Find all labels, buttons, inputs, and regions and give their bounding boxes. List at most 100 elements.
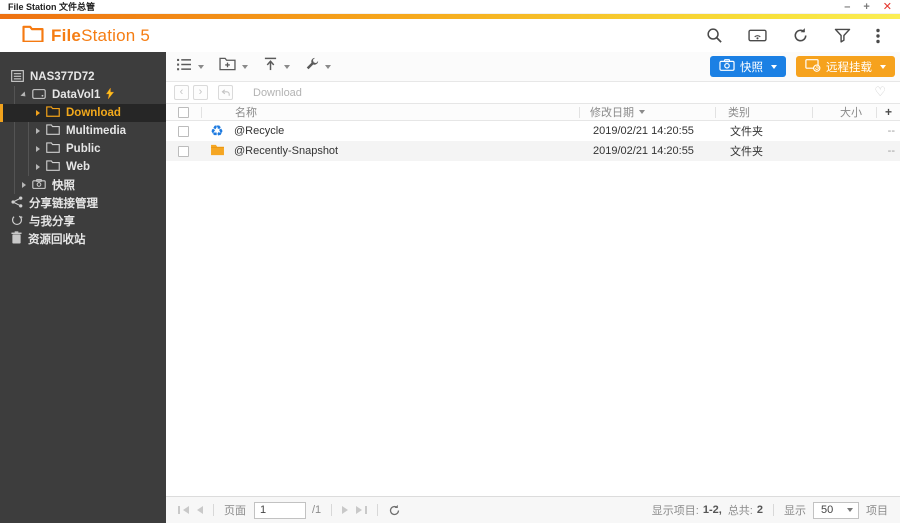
- column-header-type[interactable]: 类别: [716, 104, 812, 120]
- breadcrumb: ‹ › Download ♡: [166, 82, 900, 103]
- file-list-empty-area: [166, 161, 900, 496]
- table-header: 名称 修改日期 类别 大小 +: [166, 103, 900, 121]
- next-page-button[interactable]: [342, 506, 349, 514]
- up-level-icon: [221, 88, 230, 96]
- row-checkbox[interactable]: [178, 145, 189, 157]
- refresh-icon[interactable]: [792, 27, 809, 44]
- sidebar-item-label: Multimedia: [66, 125, 127, 137]
- expand-toggle-icon[interactable]: [36, 146, 40, 152]
- search-icon[interactable]: [706, 27, 723, 44]
- sidebar-item-snapshot[interactable]: 快照: [0, 176, 166, 194]
- remote-mount-button-label: 远程挂载: [826, 61, 872, 74]
- chevron-down-icon: [325, 64, 331, 69]
- sidebar-item-label: Download: [66, 107, 121, 119]
- refresh-icon: [390, 504, 400, 515]
- app-name: FileStation 5: [51, 25, 150, 45]
- expand-toggle-icon[interactable]: [36, 110, 40, 116]
- divider: [773, 504, 774, 516]
- new-folder-icon: [219, 57, 236, 76]
- status-bar: 页面 /1 显示项目: 1-2, 总共: 2 显示 50 项目: [166, 496, 900, 523]
- file-type: 文件夹: [730, 146, 763, 158]
- previous-page-button[interactable]: [197, 506, 203, 514]
- sidebar-item-download[interactable]: Download: [0, 104, 166, 122]
- snapshot-button-label: 快照: [740, 61, 763, 74]
- chevron-down-icon: [847, 508, 853, 512]
- lightning-bolt-icon: [106, 87, 115, 102]
- remote-mount-button[interactable]: 远程挂载: [796, 56, 895, 77]
- chevron-down-icon: [880, 64, 886, 69]
- more-menu-icon[interactable]: [876, 28, 880, 44]
- back-button[interactable]: ‹: [174, 85, 189, 100]
- column-header-size[interactable]: 大小: [813, 104, 876, 120]
- table-row[interactable]: ♻ @Recycle 2019/02/21 14:20:55 文件夹 --: [166, 121, 900, 141]
- app-logo: FileStation 5: [22, 25, 150, 47]
- filter-icon[interactable]: [834, 28, 851, 43]
- table-row[interactable]: @Recently-Snapshot 2019/02/21 14:20:55 文…: [166, 141, 900, 161]
- page-label: 页面: [224, 505, 246, 517]
- upload-icon: [263, 57, 278, 76]
- refresh-list-button[interactable]: [388, 504, 401, 517]
- go-up-button[interactable]: [218, 85, 233, 100]
- sidebar-item-multimedia[interactable]: Multimedia: [0, 122, 166, 140]
- current-path-label: Download: [253, 86, 302, 99]
- folder-icon: [210, 144, 225, 159]
- folder-logo-icon: [22, 25, 44, 47]
- sidebar-item-recycle-bin[interactable]: 资源回收站: [0, 230, 166, 248]
- row-checkbox[interactable]: [178, 125, 189, 137]
- sidebar-item-label: 资源回收站: [28, 234, 86, 246]
- sidebar-item-label: 与我分享: [29, 216, 75, 228]
- column-header-name[interactable]: 名称: [234, 104, 579, 120]
- column-header-modified[interactable]: 修改日期: [580, 104, 715, 120]
- sidebar-item-web[interactable]: Web: [0, 158, 166, 176]
- add-column-button[interactable]: +: [877, 105, 900, 119]
- sidebar-item-label: NAS377D72: [30, 71, 95, 83]
- expand-toggle-icon[interactable]: [36, 164, 40, 170]
- minimize-button[interactable]: –: [844, 1, 850, 12]
- file-size: --: [887, 125, 895, 137]
- list-view-icon: [177, 58, 192, 76]
- recycle-folder-icon: ♻: [210, 121, 224, 140]
- trash-icon: [11, 231, 22, 247]
- shared-circle-icon: [11, 214, 23, 229]
- expand-toggle-icon[interactable]: [22, 182, 26, 188]
- favorite-heart-icon[interactable]: ♡: [874, 85, 886, 100]
- sidebar-item-label: 快照: [52, 180, 75, 192]
- sidebar-item-shared-with-me[interactable]: 与我分享: [0, 212, 166, 230]
- wrench-icon: [305, 57, 319, 76]
- file-size: --: [887, 145, 895, 157]
- camera-icon: [719, 59, 735, 74]
- sidebar-tree: NAS377D72 DataVol1 Download Multimedia P…: [0, 52, 166, 523]
- volume-drive-icon: [32, 88, 46, 102]
- maximize-button[interactable]: +: [863, 1, 869, 12]
- sidebar-item-share-links[interactable]: 分享链接管理: [0, 194, 166, 212]
- expand-toggle-icon[interactable]: [20, 91, 28, 99]
- first-page-button[interactable]: [178, 506, 189, 514]
- sort-descending-icon: [639, 110, 645, 114]
- folder-icon: [46, 160, 60, 174]
- select-all-checkbox[interactable]: [178, 106, 189, 118]
- sidebar-item-label: 分享链接管理: [29, 198, 98, 210]
- sidebar-item-nas[interactable]: NAS377D72: [0, 68, 166, 86]
- last-page-button[interactable]: [356, 506, 368, 514]
- sidebar-item-datavol1[interactable]: DataVol1: [0, 86, 166, 104]
- sidebar-item-label: Public: [66, 143, 101, 155]
- page-number-input[interactable]: [254, 501, 306, 519]
- forward-icon: ›: [198, 86, 203, 98]
- app-header: FileStation 5: [0, 19, 900, 52]
- upload-button[interactable]: [263, 57, 290, 76]
- divider: [213, 504, 214, 516]
- view-mode-button[interactable]: [177, 58, 204, 76]
- sidebar-item-public[interactable]: Public: [0, 140, 166, 158]
- items-per-page-select[interactable]: 50: [813, 501, 859, 519]
- close-button[interactable]: ✕: [883, 1, 892, 12]
- column-divider: [201, 106, 202, 118]
- window-titlebar: File Station 文件总管 – + ✕: [0, 0, 900, 14]
- remote-display-icon[interactable]: [748, 28, 767, 43]
- remote-mount-icon: [805, 58, 821, 75]
- new-folder-button[interactable]: [219, 57, 248, 76]
- tools-button[interactable]: [305, 57, 331, 76]
- snapshot-button[interactable]: 快照: [710, 56, 786, 77]
- share-icon: [11, 195, 23, 211]
- expand-toggle-icon[interactable]: [36, 128, 40, 134]
- forward-button[interactable]: ›: [193, 85, 208, 100]
